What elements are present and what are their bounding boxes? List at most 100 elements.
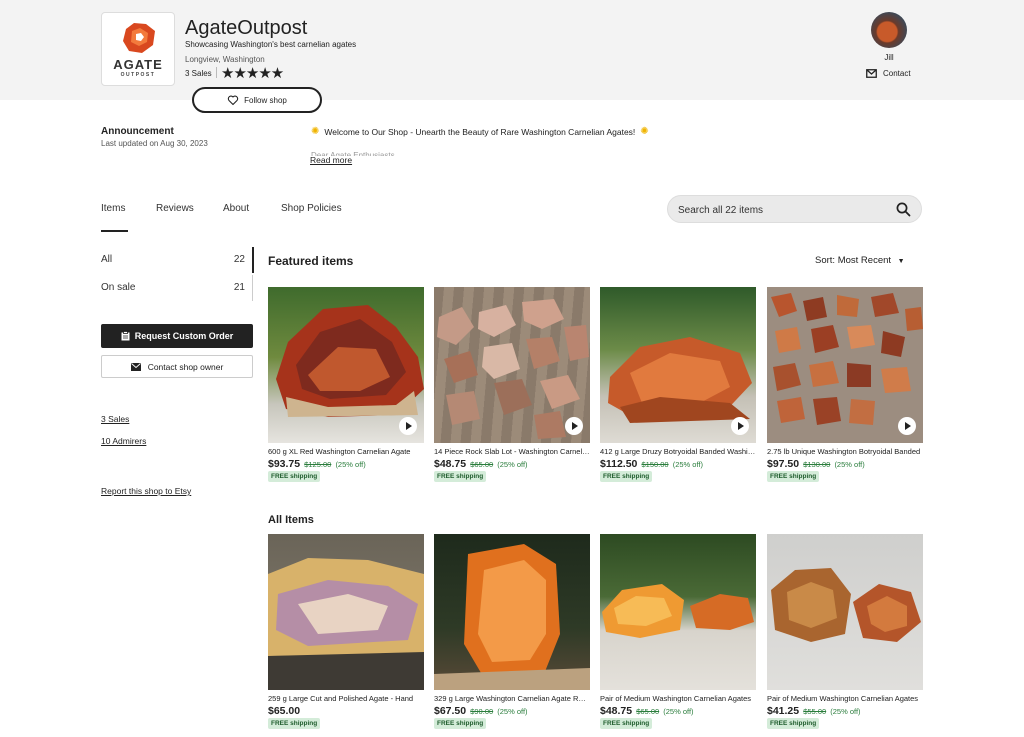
agate-photo [268,558,424,690]
filter-label: On sale [101,282,136,293]
listing-price: $93.75 $125.00 (25% off) [268,458,366,470]
sale-price: $93.75 [268,458,301,470]
listing-title[interactable]: Pair of Medium Washington Carnelian Agat… [767,694,923,703]
owner-avatar[interactable] [871,12,907,48]
logo-wordmark: AGATE [113,57,163,72]
contact-shop-owner-button[interactable]: Contact shop owner [101,355,253,378]
listing-image[interactable] [434,534,590,690]
listing-title[interactable]: 2.75 lb Unique Washington Botryoidal Ban… [767,447,923,456]
divider [216,67,217,78]
star-rating[interactable]: ★★★★★ [221,64,284,82]
listing-price: $48.75 $65.00 (25% off) [600,705,694,717]
listing-price: $65.00 [268,705,300,717]
original-price: $150.00 [641,460,669,469]
listing-price: $67.50 $90.00 (25% off) [434,705,528,717]
report-shop-link[interactable]: Report this shop to Etsy [101,486,191,496]
tab-reviews[interactable]: Reviews [156,203,194,214]
original-price: $125.00 [304,460,332,469]
listing-price: $41.25 $55.00 (25% off) [767,705,861,717]
request-custom-order-label: Request Custom Order [134,331,234,341]
search-input[interactable] [678,202,878,218]
sun-icon: ✺ [640,126,649,137]
sale-price: $48.75 [434,458,467,470]
sale-price: $48.75 [600,705,633,717]
tab-shop-policies[interactable]: Shop Policies [281,203,342,214]
all-items-heading: All Items [268,514,314,526]
shop-logo[interactable]: AGATE OUTPOST [101,12,175,86]
logo-subtext: OUTPOST [120,72,156,78]
original-price: $90.00 [470,707,494,716]
play-video-icon[interactable] [399,417,417,435]
admirers-link[interactable]: 10 Admirers [101,436,146,446]
follow-shop-button[interactable]: Follow shop [192,87,322,113]
agate-photo [771,568,921,642]
announcement-date: Last updated on Aug 30, 2023 [101,139,208,148]
discount-percent: (25% off) [335,460,366,469]
listing-image[interactable] [268,287,424,443]
free-shipping-badge: FREE shipping [767,471,820,482]
read-more-link[interactable]: Read more [310,155,352,165]
free-shipping-badge: FREE shipping [434,471,487,482]
listing-image[interactable] [600,287,756,443]
play-video-icon[interactable] [731,417,749,435]
sale-price: $97.50 [767,458,800,470]
sun-icon: ✺ [311,126,320,137]
announcement-title: Announcement [101,126,174,137]
listing-price: $48.75 $65.00 (25% off) [434,458,528,470]
original-price: $65.00 [636,707,660,716]
listing-title[interactable]: 600 g XL Red Washington Carnelian Agate [268,447,424,456]
divider [252,275,253,301]
tab-items[interactable]: Items [101,203,125,214]
sort-label: Sort: Most Recent [815,255,892,266]
agate-logo-icon [123,23,155,53]
original-price: $130.00 [803,460,831,469]
listing-price: $112.50 $150.00 (25% off) [600,458,703,470]
tab-about[interactable]: About [223,203,249,214]
filter-label: All [101,254,113,265]
shop-name: AgateOutpost [185,17,308,39]
contact-label: Contact [883,69,911,78]
sale-price: $67.50 [434,705,467,717]
shop-sales-count[interactable]: 3 Sales [185,69,212,78]
caret-down-icon: ▼ [897,258,905,265]
active-filter-indicator [252,247,254,273]
discount-percent: (25% off) [663,707,694,716]
envelope-icon [130,362,141,371]
listing-image[interactable] [434,287,590,443]
free-shipping-badge: FREE shipping [434,718,487,729]
active-tab-indicator [101,230,128,232]
sales-link[interactable]: 3 Sales [101,414,129,424]
listing-title[interactable]: 329 g Large Washington Carnelian Agate R… [434,694,590,703]
contact-shop-owner-label: Contact shop owner [147,361,224,372]
filter-on-sale[interactable]: On sale 21 [101,282,247,293]
request-custom-order-button[interactable]: Request Custom Order [101,324,253,348]
filter-all[interactable]: All 22 [101,254,247,265]
free-shipping-badge: FREE shipping [268,718,321,729]
agate-photo [434,544,590,690]
listing-title[interactable]: 412 g Large Druzy Botryoidal Banded Wash… [600,447,756,456]
listing-title[interactable]: 14 Piece Rock Slab Lot - Washington Carn… [434,447,590,456]
play-video-icon[interactable] [565,417,583,435]
listing-price: $97.50 $130.00 (25% off) [767,458,865,470]
message-icon [866,69,877,78]
owner-name[interactable]: Jill [871,53,907,62]
play-video-icon[interactable] [898,417,916,435]
price: $65.00 [268,705,301,717]
listing-image[interactable] [767,287,923,443]
listing-title[interactable]: 259 g Large Cut and Polished Agate - Han… [268,694,424,703]
agate-photo [602,584,754,638]
discount-percent: (25% off) [830,707,861,716]
original-price: $65.00 [470,460,494,469]
sort-dropdown[interactable]: Sort: Most Recent ▼ [815,255,905,266]
listing-image[interactable] [767,534,923,690]
search-icon[interactable] [896,202,911,217]
shop-search[interactable] [667,195,922,223]
featured-items-heading: Featured items [268,254,354,268]
listing-image[interactable] [600,534,756,690]
contact-owner-link[interactable]: Contact [866,69,911,78]
listing-image[interactable] [268,534,424,690]
announcement-headline: ✺ Welcome to Our Shop - Unearth the Beau… [311,126,649,137]
heart-icon [227,95,239,106]
filter-count: 21 [233,282,245,293]
listing-title[interactable]: Pair of Medium Washington Carnelian Agat… [600,694,756,703]
